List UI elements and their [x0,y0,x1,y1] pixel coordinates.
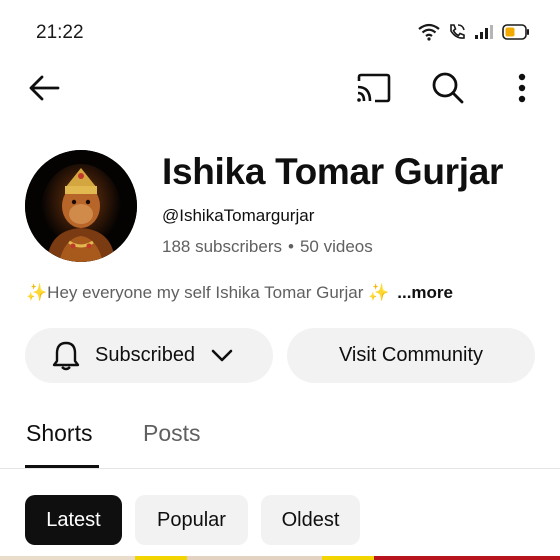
channel-name: Ishika Tomar Gurjar [162,151,504,192]
more-options-button[interactable] [510,70,534,106]
tab-shorts[interactable]: Shorts [26,420,92,447]
channel-handle: @IshikaTomargurjar [162,206,315,225]
channel-description[interactable]: ✨Hey everyone my self Ishika Tomar Gurja… [26,283,453,303]
wifi-call-icon [448,23,466,46]
chip-oldest[interactable]: Oldest [261,495,360,545]
cast-button[interactable] [354,70,392,106]
search-button[interactable] [430,70,466,106]
search-icon [432,72,464,104]
wifi-icon [418,23,440,46]
subscribed-label: Subscribed [95,344,196,366]
short-thumbnail[interactable] [0,556,135,560]
more-link[interactable]: ...more [397,283,453,302]
tab-divider [0,468,560,469]
channel-avatar[interactable] [25,150,137,262]
short-thumbnail[interactable] [374,556,560,560]
short-thumbnail[interactable] [187,556,322,560]
status-icons [418,22,530,46]
signal-icon [474,24,494,45]
more-vert-icon [518,73,526,103]
cast-icon [357,73,391,103]
stats-separator: • [288,237,294,256]
subscribed-button[interactable]: Subscribed [25,328,273,383]
tab-posts[interactable]: Posts [143,420,201,447]
back-button[interactable] [26,70,62,106]
sparkle-icon: ✨ [26,283,48,302]
sparkle-icon: ✨ [368,283,390,302]
video-count: 50 videos [299,237,373,256]
channel-stats: 188 subscribers • 50 videos [162,237,373,257]
battery-icon [502,23,530,45]
short-thumbnail[interactable] [135,556,187,560]
description-text: Hey everyone my self Ishika Tomar Gurjar [47,283,364,302]
chip-popular[interactable]: Popular [135,495,248,545]
status-time: 21:22 [36,22,84,43]
arrow-left-icon [29,75,60,101]
bell-icon [52,341,80,370]
avatar-image [25,150,137,262]
short-thumbnail[interactable] [322,556,374,560]
chevron-down-icon [211,349,233,361]
subscriber-count: 188 subscribers [162,237,283,256]
visit-community-button[interactable]: Visit Community [287,328,535,383]
chip-latest[interactable]: Latest [25,495,122,545]
